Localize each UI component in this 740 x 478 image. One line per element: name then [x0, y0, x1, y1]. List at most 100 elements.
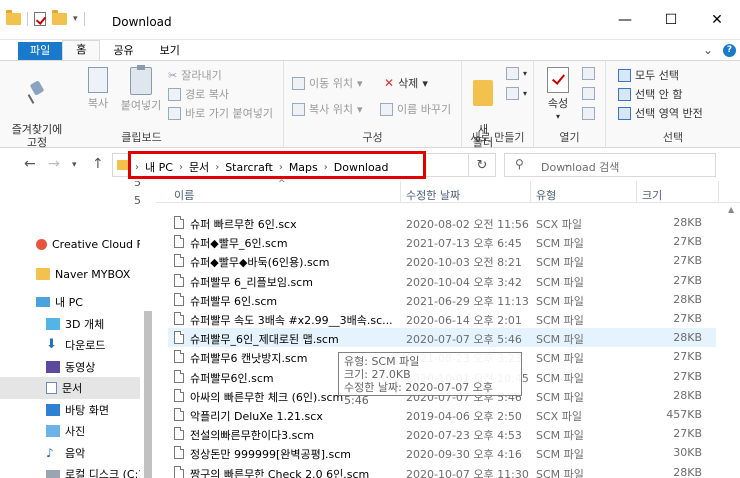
file-row[interactable]: 슈퍼◆빨무◆바둑(6인용).scm 2020-10-03 오전 8:21 SCM 파…	[168, 251, 716, 270]
history-button[interactable]	[582, 107, 595, 120]
column-divider[interactable]	[636, 181, 637, 203]
tab-file[interactable]: 파일	[18, 42, 63, 60]
nav-item-desktop[interactable]: 바탕 화면	[0, 399, 140, 421]
tab-home[interactable]: 홈	[62, 40, 101, 60]
3d-objects-icon	[46, 318, 60, 330]
nav-item-label: 다운로드	[65, 339, 106, 352]
file-list-scrollbar[interactable]: ▲	[724, 203, 740, 478]
easy-access-button[interactable]: ▾	[506, 87, 527, 100]
file-icon	[174, 408, 184, 421]
nav-item-creative-cloud[interactable]: Creative Cloud Fil	[0, 233, 140, 255]
minimize-button[interactable]: —	[602, 0, 648, 40]
file-size: 27KB	[673, 427, 702, 441]
file-size: 27KB	[673, 254, 702, 268]
copy-path-icon	[168, 87, 181, 101]
dropdown-arrow-icon: ▾	[523, 89, 528, 98]
column-divider[interactable]	[400, 181, 401, 203]
recent-locations-icon[interactable]: ▾	[72, 160, 77, 170]
select-all-button[interactable]: 모두 선택	[618, 67, 679, 83]
invert-selection-button[interactable]: 선택 영역 반전	[618, 105, 703, 121]
forward-arrow-icon[interactable]: →	[48, 156, 60, 172]
help-icon[interactable]: ?	[723, 43, 736, 57]
rename-button[interactable]: 이름 바꾸기	[380, 101, 451, 117]
file-row[interactable]: 슈퍼 빠르무한 6인.scx 2020-08-02 오전 11:56 SCX 파일 2…	[168, 213, 716, 232]
properties-button[interactable]: 속성 ▾	[542, 67, 574, 123]
nav-item-3d-objects[interactable]: 3D 개체	[0, 313, 140, 335]
copy-button[interactable]: 복사	[80, 67, 116, 110]
file-row[interactable]: 슈퍼빨무 속도 3배속 #x2.99__3배속.sc... 2020-06-14 …	[168, 309, 716, 328]
nav-item-pictures[interactable]: 사진	[0, 420, 140, 442]
file-name: 슈퍼◆빨무◆바둑(6인용).scm	[190, 256, 330, 270]
open-group-label: 열기	[559, 131, 580, 144]
column-headers: ^ 이름 수정한 날짜 유형 크기	[156, 179, 740, 203]
file-size: 30KB	[673, 446, 702, 460]
open-icon	[582, 67, 595, 80]
search-input[interactable]: Download 검색	[541, 159, 619, 175]
open-button[interactable]	[582, 67, 595, 80]
tab-share[interactable]: 공유	[100, 42, 146, 60]
select-none-button[interactable]: 선택 안 함	[618, 86, 682, 102]
file-icon	[174, 465, 184, 478]
folder-icon[interactable]	[6, 10, 21, 25]
file-row[interactable]: 정상돈만 999999[완벽공평].scm 2020-09-30 오후 4:16 S…	[168, 443, 716, 462]
column-header-date[interactable]: 수정한 날짜	[406, 187, 460, 203]
nav-item-this-pc[interactable]: 내 PC	[0, 291, 140, 313]
maximize-button[interactable]: ☐	[648, 0, 694, 40]
nav-item-label: 바탕 화면	[65, 404, 109, 417]
nav-item-music[interactable]: ♪ 음악	[0, 442, 140, 464]
file-row[interactable]: 슈퍼빨무 6인.scm 2021-06-29 오후 11:13 SCM 파일 28KB	[168, 290, 716, 309]
file-row[interactable]: 악플리기 DeluXe 1.21.scx 2019-04-06 오후 2:50 SC…	[168, 405, 716, 424]
column-header-name[interactable]: 이름	[174, 187, 194, 203]
scroll-up-icon[interactable]: ▲	[728, 205, 734, 214]
column-header-type[interactable]: 유형	[536, 187, 556, 203]
address-highlight-box	[128, 151, 426, 179]
nav-item-videos[interactable]: 동영상	[0, 356, 140, 378]
tab-view[interactable]: 보기	[147, 42, 193, 60]
delete-label: 삭제	[398, 77, 419, 90]
tooltip-date: 수정한 날짜: 2020-07-07 오후 5:46	[344, 381, 493, 407]
select-group-label: 선택	[662, 131, 684, 144]
column-header-size[interactable]: 크기	[642, 187, 662, 203]
paste-button[interactable]: 붙여넣기	[118, 65, 164, 112]
file-row[interactable]: 슈퍼◆빨무_6인.scm 2021-07-13 오후 6:45 SCM 파일 27KB	[168, 232, 716, 251]
file-row[interactable]: 전설의빠른무한이다3.scm 2020-07-23 오후 4:53 SCM 파일 27…	[168, 424, 716, 443]
column-divider[interactable]	[530, 181, 531, 203]
up-arrow-icon[interactable]: ↑	[92, 156, 104, 172]
nav-item-label: 내 PC	[55, 296, 83, 309]
new-folder-quick-icon[interactable]	[52, 10, 67, 25]
easy-access-icon	[506, 87, 519, 100]
ribbon-collapse-icon[interactable]: ⌄	[703, 43, 713, 57]
new-item-button[interactable]: ▾	[506, 67, 527, 80]
properties-quick-icon[interactable]	[34, 12, 46, 26]
documents-icon	[46, 382, 57, 394]
paste-shortcut-button[interactable]: 바로 가기 붙여넣기	[168, 105, 273, 121]
file-row[interactable]: 슈퍼빨무 6_리플보임.scm 2020-10-04 오후 3:42 SCM 파일 2…	[168, 271, 716, 290]
edit-button[interactable]	[582, 87, 595, 100]
customize-quick-access-icon[interactable]: ▾	[73, 14, 78, 24]
file-name: 짱구의 빠른무한 Check 2.0 6인.scm	[190, 467, 370, 478]
file-row[interactable]: 슈퍼빨무_6인_제대로된 맵.scm 2020-07-07 오후 5:46 SCM …	[168, 328, 716, 348]
scrollbar-thumb[interactable]	[144, 311, 152, 478]
search-box[interactable]: ⚲ Download 검색	[504, 153, 716, 177]
move-to-button[interactable]: 이동 위치 ▾	[292, 75, 363, 91]
nav-item-local-disk[interactable]: 로컬 디스크 (C:)	[0, 463, 140, 478]
cut-button[interactable]: ✂ 잘라내기	[168, 67, 222, 83]
nav-item-documents[interactable]: 문서	[0, 377, 140, 399]
file-icon	[174, 312, 184, 325]
nav-item-downloads[interactable]: ⬇ 다운로드	[0, 334, 140, 356]
file-icon	[174, 292, 184, 306]
close-button[interactable]: ✕	[694, 0, 740, 40]
column-divider[interactable]	[718, 181, 719, 203]
copy-to-button[interactable]: 복사 위치 ▾	[292, 101, 363, 117]
file-name: 슈퍼◆빨무_6인.scm	[190, 237, 288, 251]
nav-pane-scrollbar[interactable]	[140, 181, 156, 478]
copy-path-button[interactable]: 경로 복사	[168, 86, 229, 102]
back-arrow-icon[interactable]: ←	[24, 156, 36, 172]
file-type: SCM 파일	[536, 390, 584, 404]
file-size: 27KB	[673, 312, 702, 325]
delete-button[interactable]: ✕ 삭제 ▾	[384, 75, 428, 91]
file-date: 2021-06-29 오후 11:13	[406, 294, 529, 308]
nav-item-naver-mybox[interactable]: Naver MYBOX	[0, 263, 140, 285]
file-row[interactable]: 짱구의 빠른무한 Check 2.0 6인.scm 2020-10-07 오후 1…	[168, 463, 716, 478]
refresh-icon[interactable]: ↻	[468, 153, 496, 177]
